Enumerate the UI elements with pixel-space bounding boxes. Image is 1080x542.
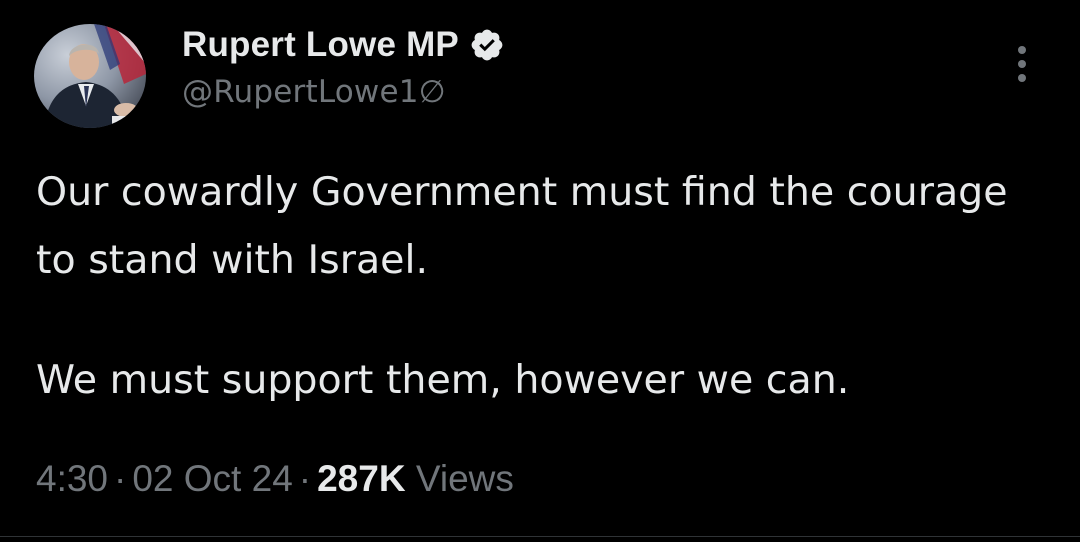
meta-separator: · <box>114 458 127 499</box>
tweet-time[interactable]: 4:30 <box>36 458 108 499</box>
views-label[interactable]: Views <box>416 458 514 499</box>
more-dot <box>1018 74 1026 82</box>
verified-badge-icon[interactable] <box>469 27 505 63</box>
tweet-card[interactable]: Rupert Lowe MP @RupertLowe1∅ Our cowardl… <box>0 0 1080 542</box>
avatar-image <box>34 24 146 128</box>
divider <box>0 536 1080 537</box>
views-count[interactable]: 287K <box>317 458 405 499</box>
avatar[interactable] <box>34 24 146 128</box>
tweet-meta: 4:30 · 02 Oct 24 · 287K Views <box>36 458 514 500</box>
tweet-paragraph-1: Our cowardly Government must find the co… <box>36 169 1008 283</box>
author-identity: Rupert Lowe MP @RupertLowe1∅ <box>182 24 505 110</box>
more-vertical-icon[interactable] <box>1012 44 1034 84</box>
tweet-date[interactable]: 02 Oct 24 <box>132 458 292 499</box>
name-row: Rupert Lowe MP <box>182 24 505 66</box>
more-dot <box>1018 60 1026 68</box>
author-display-name[interactable]: Rupert Lowe MP <box>182 25 459 65</box>
tweet-text: Our cowardly Government must find the co… <box>36 158 1046 414</box>
meta-separator: · <box>298 458 312 499</box>
author-handle[interactable]: @RupertLowe1∅ <box>182 74 505 110</box>
more-dot <box>1018 46 1026 54</box>
tweet-paragraph-2: We must support them, however we can. <box>36 357 850 403</box>
tweet-header: Rupert Lowe MP @RupertLowe1∅ <box>34 24 505 128</box>
